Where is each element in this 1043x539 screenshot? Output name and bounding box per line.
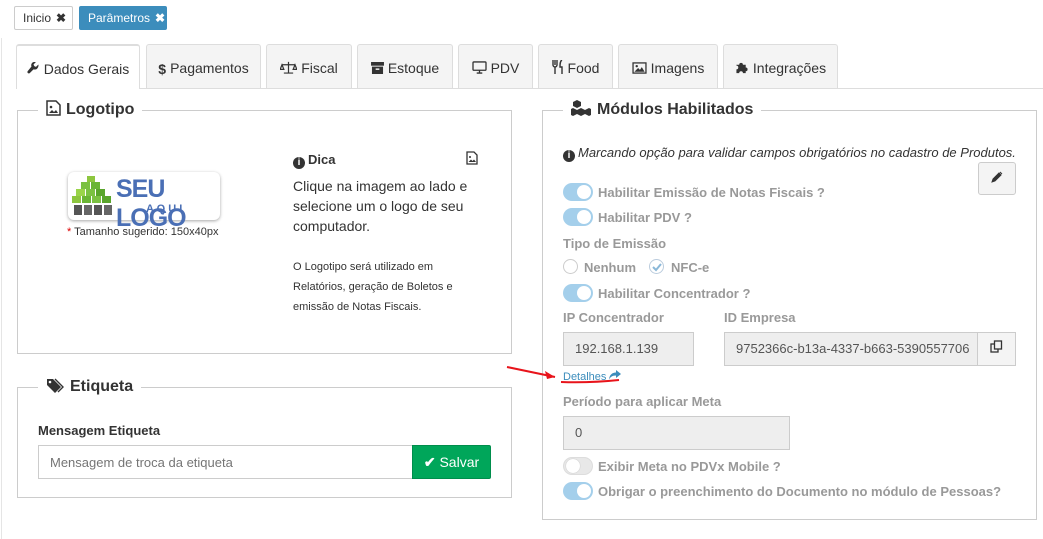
- dollar-icon: $: [158, 61, 167, 78]
- utensils-icon: [551, 46, 564, 92]
- nfce-label: NFC-e: [671, 260, 710, 275]
- tab-label: Food: [567, 60, 600, 76]
- habilitar-nf-label: Habilitar Emissão de Notas Fiscais ?: [598, 185, 825, 200]
- modulos-info: i Marcando opção para validar campos obri…: [563, 145, 1016, 162]
- tab-label: Estoque: [387, 60, 440, 76]
- toggle-obrigar-documento[interactable]: [563, 482, 593, 500]
- habilitar-pdv-label: Habilitar PDV ?: [598, 210, 692, 225]
- close-icon[interactable]: ✖: [56, 11, 66, 25]
- copy-button[interactable]: [977, 332, 1016, 366]
- toggle-habilitar-nf[interactable]: [563, 183, 593, 201]
- archive-icon: [370, 46, 384, 92]
- left-border: [1, 38, 2, 539]
- balance-scale-icon: [279, 46, 298, 92]
- tab-label: Imagens: [650, 60, 705, 76]
- id-empresa-input[interactable]: 9752366c-b13a-4337-b663-5390557706: [724, 332, 978, 366]
- close-icon[interactable]: ✖: [155, 11, 165, 25]
- tab-label: Pagamentos: [170, 60, 249, 76]
- tab-estoque[interactable]: Estoque: [357, 44, 453, 88]
- tab-label: Fiscal: [301, 60, 338, 76]
- toggle-exibir-meta[interactable]: [563, 457, 593, 475]
- periodo-meta-input[interactable]: 0: [563, 416, 790, 450]
- breadcrumb-inicio[interactable]: Inicio ✖: [14, 6, 73, 30]
- top-bar: Inicio ✖ Parâmetros ✖: [0, 0, 1043, 38]
- tab-label: PDV: [490, 60, 520, 76]
- tip-text: Clique na imagem ao lado e selecione um …: [293, 178, 468, 234]
- breadcrumb-label: Inicio: [23, 11, 52, 25]
- radio-nenhum[interactable]: [563, 259, 578, 274]
- image-icon: [46, 100, 61, 122]
- logo-image[interactable]: SEU LOGO A Q U I: [68, 172, 220, 232]
- toggle-habilitar-concentrador[interactable]: [563, 284, 593, 302]
- puzzle-icon: [735, 46, 749, 92]
- logo-subtext: A Q U I: [146, 203, 183, 215]
- toggle-habilitar-pdv[interactable]: [563, 208, 593, 226]
- breadcrumb-parametros[interactable]: Parâmetros ✖: [79, 6, 167, 30]
- mensagem-etiqueta-label: Mensagem Etiqueta: [38, 423, 161, 438]
- copy-icon: [990, 340, 1003, 356]
- modulos-info-text: Marcando opção para validar campos obrig…: [578, 145, 1016, 160]
- exibir-meta-label: Exibir Meta no PDVx Mobile ?: [598, 459, 781, 474]
- tab-label: Dados Gerais: [43, 61, 130, 77]
- size-hint: * Tamanho sugerido: 150x40px: [67, 226, 218, 238]
- tab-label: Integrações: [752, 60, 827, 76]
- modulos-title: Módulos Habilitados: [563, 100, 762, 122]
- modulos-title-text: Módulos Habilitados: [597, 101, 754, 118]
- nenhum-label: Nenhum: [584, 260, 636, 275]
- id-empresa-label: ID Empresa: [724, 310, 796, 325]
- etiqueta-panel: [17, 387, 512, 498]
- salvar-button[interactable]: ✔ Salvar: [412, 445, 491, 479]
- check-icon: [652, 263, 662, 272]
- logotipo-title: Logotipo: [38, 100, 143, 122]
- radio-nfce[interactable]: [649, 259, 664, 274]
- ip-concentrador-label: IP Concentrador: [563, 310, 664, 325]
- info-icon: i: [563, 150, 575, 162]
- tab-food[interactable]: Food: [538, 44, 613, 88]
- logo-graphic: [72, 176, 112, 215]
- tab-pdv[interactable]: PDV: [458, 44, 533, 88]
- monitor-icon: [471, 46, 487, 92]
- habilitar-concentrador-label: Habilitar Concentrador ?: [598, 286, 751, 301]
- tip-note: O Logotipo será utilizado em Relatórios,…: [293, 261, 453, 313]
- info-icon: i: [293, 157, 305, 169]
- logotipo-title-text: Logotipo: [66, 101, 135, 118]
- tab-dados-gerais[interactable]: Dados Gerais: [16, 44, 140, 89]
- tab-fiscal[interactable]: Fiscal: [266, 44, 352, 88]
- tip-title-text: Dica: [308, 152, 336, 167]
- tags-icon: [46, 378, 64, 399]
- obrigar-documento-label: Obrigar o preenchimento do Documento no …: [598, 484, 1002, 499]
- tip-title: i Dica: [293, 152, 335, 169]
- annotation-arrow: [506, 366, 620, 384]
- cubes-icon: [571, 100, 591, 122]
- etiqueta-title: Etiqueta: [38, 377, 142, 399]
- etiqueta-title-text: Etiqueta: [70, 378, 134, 395]
- tab-integracoes[interactable]: Integrações: [723, 44, 838, 88]
- pencil-icon: [991, 171, 1003, 186]
- image-icon: [632, 46, 647, 92]
- check-icon: ✔: [423, 454, 436, 470]
- wrench-icon: [27, 47, 40, 93]
- tab-imagens[interactable]: Imagens: [618, 44, 718, 88]
- tipo-emissao-label: Tipo de Emissão: [563, 236, 667, 251]
- breadcrumb-label: Parâmetros: [88, 11, 151, 25]
- salvar-label: Salvar: [439, 454, 480, 470]
- upload-image-icon[interactable]: [466, 151, 478, 168]
- periodo-meta-label: Período para aplicar Meta: [563, 394, 722, 409]
- ip-concentrador-input[interactable]: 192.168.1.139: [563, 332, 694, 366]
- tab-pagamentos[interactable]: $ Pagamentos: [146, 44, 261, 88]
- edit-button[interactable]: [978, 162, 1016, 195]
- mensagem-etiqueta-input[interactable]: [38, 445, 413, 479]
- size-hint-text: Tamanho sugerido: 150x40px: [71, 226, 219, 238]
